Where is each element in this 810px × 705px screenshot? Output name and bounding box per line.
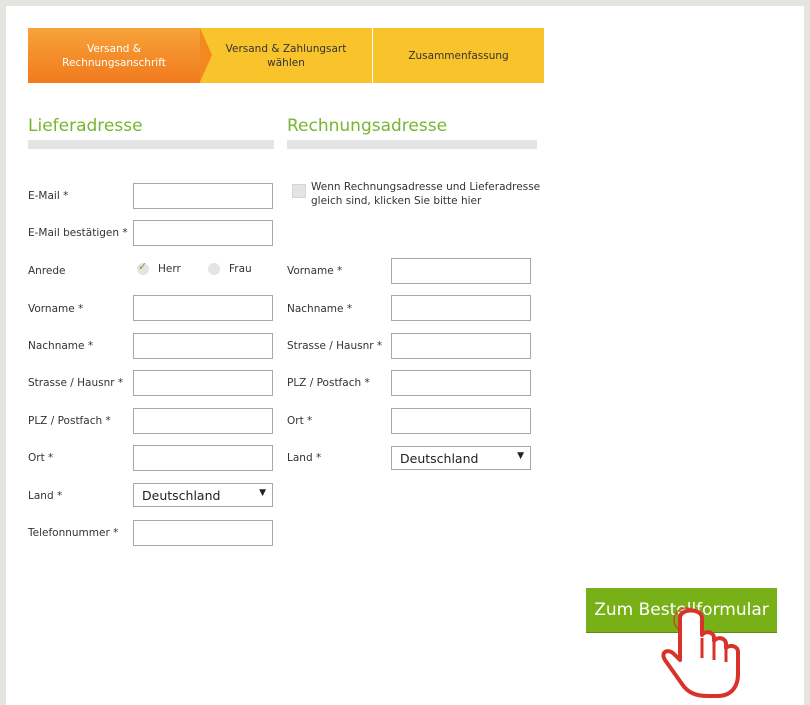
check-icon: ✓ [138, 260, 148, 273]
checkout-panel: Versand & Rechnungsanschrift Versand & Za… [6, 6, 804, 705]
billing-last-name-field[interactable] [391, 295, 531, 321]
pointing-hand-icon [661, 607, 740, 698]
billing-city-label: Ort * [287, 415, 313, 427]
step-summary[interactable]: Zusammenfassung [373, 28, 544, 83]
email-field[interactable] [133, 183, 273, 209]
email-confirm-label: E-Mail bestätigen * [28, 227, 128, 239]
delivery-title-divider [28, 140, 274, 149]
step-shipping-payment[interactable]: Versand & Zahlungsart wählen [200, 28, 372, 83]
same-address-checkbox[interactable] [292, 184, 306, 198]
delivery-address-title: Lieferadresse [28, 116, 143, 136]
step-label-line2: Rechnungsanschrift [62, 56, 166, 69]
last-name-label: Nachname * [28, 340, 94, 352]
phone-field[interactable] [133, 520, 273, 546]
billing-city-field[interactable] [391, 408, 531, 434]
radio-button[interactable]: ✓ [137, 260, 149, 275]
billing-first-name-field[interactable] [391, 258, 531, 284]
billing-zip-field[interactable] [391, 370, 531, 396]
billing-country-select-value: Deutschland [400, 450, 479, 466]
chevron-down-icon: ▼ [259, 488, 266, 498]
billing-country-label: Land * [287, 452, 322, 464]
step-label-line1: Versand & Zahlungsart [225, 42, 347, 55]
city-field[interactable] [133, 445, 273, 471]
phone-label: Telefonnummer * [28, 527, 119, 539]
radio-button[interactable] [208, 263, 220, 275]
active-step-arrow-icon [200, 28, 212, 82]
first-name-label: Vorname * [28, 303, 84, 315]
salutation-radio-herr[interactable]: ✓ Herr [137, 260, 181, 275]
same-address-text: Wenn Rechnungsadresse und Lieferadresse … [311, 181, 541, 207]
billing-street-label: Strasse / Hausnr * [287, 340, 383, 352]
step-shipping-billing-address[interactable]: Versand & Rechnungsanschrift [28, 28, 200, 83]
checkout-steps: Versand & Rechnungsanschrift Versand & Za… [28, 28, 544, 83]
city-label: Ort * [28, 452, 54, 464]
billing-title-divider [287, 140, 537, 149]
zip-field[interactable] [133, 408, 273, 434]
billing-street-field[interactable] [391, 333, 531, 359]
last-name-field[interactable] [133, 333, 273, 359]
billing-first-name-label: Vorname * [287, 265, 343, 277]
salutation-option-label: Frau [229, 263, 252, 275]
zip-label: PLZ / Postfach * [28, 415, 111, 427]
step-label-line2: wählen [267, 56, 305, 69]
chevron-down-icon: ▼ [517, 451, 524, 461]
salutation-option-label: Herr [158, 263, 181, 275]
email-label: E-Mail * [28, 190, 69, 202]
street-label: Strasse / Hausnr * [28, 377, 124, 389]
country-select[interactable]: Deutschland ▼ [133, 483, 273, 507]
email-confirm-field[interactable] [133, 220, 273, 246]
billing-address-title: Rechnungsadresse [287, 116, 448, 136]
salutation-label: Anrede [28, 265, 66, 277]
country-select-value: Deutschland [142, 487, 221, 503]
billing-last-name-label: Nachname * [287, 303, 353, 315]
street-field[interactable] [133, 370, 273, 396]
first-name-field[interactable] [133, 295, 273, 321]
billing-zip-label: PLZ / Postfach * [287, 377, 370, 389]
step-label-line1: Versand & [87, 42, 141, 55]
billing-country-select[interactable]: Deutschland ▼ [391, 446, 531, 470]
step-divider [372, 28, 373, 83]
country-label: Land * [28, 490, 63, 502]
salutation-radio-frau[interactable]: Frau [208, 263, 252, 275]
step-label: Zusammenfassung [408, 49, 509, 62]
